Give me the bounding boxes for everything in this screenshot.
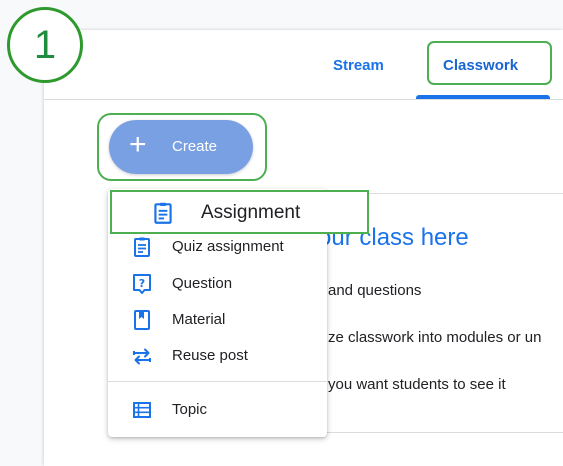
menu-item-label: Topic <box>172 401 208 418</box>
assignment-icon <box>154 202 172 224</box>
content-line: and questions <box>328 282 422 299</box>
content-line: ze classwork into modules or un <box>328 329 542 346</box>
menu-item-topic[interactable]: Topic <box>108 392 327 428</box>
topic-icon <box>133 402 151 418</box>
menu-item-label: Material <box>172 311 226 328</box>
menu-item-label: Reuse post <box>172 347 248 364</box>
tab-classwork[interactable]: Classwork <box>443 57 518 74</box>
menu-item-material[interactable]: Material <box>108 302 327 338</box>
topbar-divider <box>44 99 563 100</box>
content-line: you want students to see it <box>328 376 506 393</box>
svg-text:?: ? <box>139 277 145 290</box>
quiz-assignment-icon <box>134 237 150 257</box>
menu-item-label: Quiz assignment <box>172 238 284 255</box>
question-icon: ? <box>133 274 151 294</box>
menu-item-reuse-post[interactable]: Reuse post <box>108 338 327 374</box>
menu-item-assignment[interactable]: Assignment <box>110 190 369 234</box>
menu-divider <box>108 381 327 382</box>
content-divider-bottom <box>322 432 563 433</box>
menu-item-label: Question <box>172 275 233 292</box>
menu-item-question[interactable]: ? Question <box>108 266 327 302</box>
plus-icon: + <box>129 128 147 161</box>
reuse-post-icon <box>133 348 151 365</box>
tab-stream[interactable]: Stream <box>333 57 384 74</box>
menu-item-label: Assignment <box>201 202 301 223</box>
create-button[interactable]: + Create <box>109 120 253 174</box>
material-icon <box>134 310 150 330</box>
menu-item-quiz-assignment[interactable]: Quiz assignment <box>108 229 327 265</box>
step-number-badge: 1 <box>7 7 83 83</box>
active-tab-indicator <box>416 95 550 99</box>
create-button-label: Create <box>172 138 218 155</box>
